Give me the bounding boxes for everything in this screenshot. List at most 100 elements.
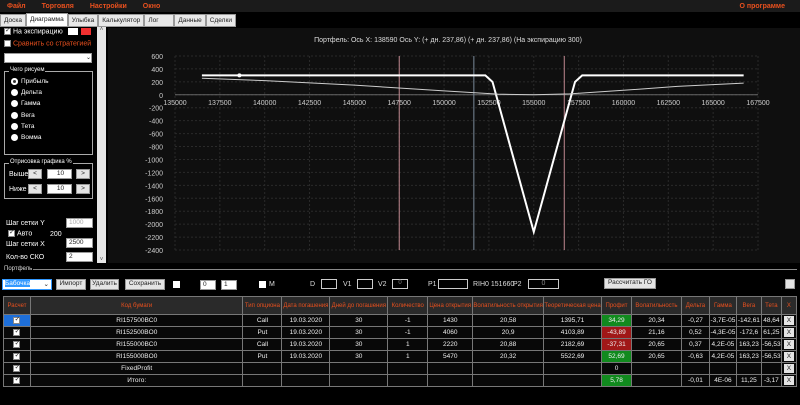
column-header[interactable]: Профит bbox=[601, 296, 632, 315]
remove-row-button[interactable]: X bbox=[780, 362, 798, 375]
remove-row-button[interactable]: X bbox=[780, 338, 798, 351]
calc-checkbox[interactable] bbox=[13, 375, 21, 384]
what-to-draw-group: Чего рисуем Прибыль Дельта Гамма Вега Те… bbox=[4, 67, 93, 155]
menu-window[interactable]: Окно bbox=[143, 3, 160, 10]
column-header[interactable]: Волатильность bbox=[631, 296, 682, 315]
spin-input-1[interactable]: 0 bbox=[200, 280, 216, 290]
tab-smile[interactable]: Улыбка bbox=[67, 14, 99, 27]
y-tick-label: -1000 bbox=[145, 157, 163, 164]
auto-option[interactable]: Авто bbox=[8, 228, 32, 237]
below-decrease-button[interactable]: < bbox=[28, 184, 42, 194]
column-header[interactable]: Гамма bbox=[708, 296, 737, 315]
sko-input[interactable]: 2 bbox=[66, 252, 93, 262]
menu-about[interactable]: О программе bbox=[739, 3, 785, 10]
remove-row-button[interactable]: X bbox=[780, 374, 798, 387]
column-header[interactable]: X bbox=[780, 296, 798, 315]
column-header[interactable]: Вега bbox=[735, 296, 762, 315]
below-increase-button[interactable]: > bbox=[76, 184, 90, 194]
column-header[interactable]: Дата погашения bbox=[281, 296, 331, 315]
payoff-chart: Портфель: Ось X: 138590 Ось Y: (+ дн. 23… bbox=[108, 28, 800, 263]
calc-checkbox-cell[interactable] bbox=[3, 338, 31, 351]
strategy-select[interactable]: Бабочка ⌄ bbox=[2, 279, 52, 290]
calc-checkbox[interactable] bbox=[13, 315, 21, 324]
table-row[interactable]: RI152500BO0Put19.03.202030-1406020,94103… bbox=[3, 326, 798, 339]
calc-checkbox-cell[interactable] bbox=[3, 350, 31, 363]
remove-row-button[interactable]: X bbox=[780, 326, 798, 339]
remove-row-button[interactable]: X bbox=[780, 350, 798, 363]
calculate-go-button[interactable]: Рассчитать ГО bbox=[604, 278, 656, 289]
above-input[interactable]: 10 bbox=[47, 169, 72, 179]
below-input[interactable]: 10 bbox=[47, 184, 72, 194]
table-row[interactable]: Итого: 5,78 -0,014E-0611,25-3,17X bbox=[3, 374, 798, 387]
m-checkbox[interactable] bbox=[259, 281, 266, 288]
column-header[interactable]: Дельта bbox=[680, 296, 710, 315]
p2-input[interactable]: 0 bbox=[528, 279, 559, 289]
table-row[interactable]: RI155000BC0Call19.03.2020301222020,88218… bbox=[3, 338, 798, 351]
menu-file[interactable]: Файл bbox=[7, 3, 26, 10]
v2-input[interactable]: 0 bbox=[392, 279, 408, 289]
menu-settings[interactable]: Настройки bbox=[90, 3, 127, 10]
compare-option[interactable]: Сравнить со стратегией bbox=[4, 40, 91, 47]
color-white-swatch[interactable] bbox=[68, 28, 78, 35]
table-row[interactable]: FixedProfit 0 X bbox=[3, 362, 798, 375]
auto-checkbox[interactable] bbox=[8, 228, 15, 237]
table-cell bbox=[387, 374, 429, 387]
d-input[interactable] bbox=[321, 279, 337, 289]
tab-log[interactable]: Лог bbox=[144, 14, 175, 27]
menu-trade[interactable]: Торговля bbox=[42, 3, 74, 10]
extra-button[interactable] bbox=[785, 279, 795, 289]
radio-gamma[interactable]: Гамма bbox=[11, 100, 92, 108]
column-header[interactable]: Тета bbox=[760, 296, 782, 315]
color-red-swatch[interactable] bbox=[81, 28, 91, 35]
table-cell: 5,78 bbox=[601, 374, 632, 387]
y-tick-label: -2400 bbox=[145, 248, 163, 255]
calc-checkbox-cell[interactable] bbox=[3, 326, 31, 339]
tab-calculator[interactable]: Калькулятор bbox=[98, 14, 145, 27]
tab-diagram[interactable]: Диаграмма bbox=[25, 13, 68, 27]
column-header[interactable]: Код бумаги bbox=[29, 296, 244, 315]
calc-checkbox[interactable] bbox=[13, 351, 21, 360]
column-header[interactable]: Тип опциона bbox=[242, 296, 283, 315]
radio-delta[interactable]: Дельта bbox=[11, 89, 92, 96]
save-button[interactable]: Сохранить bbox=[125, 279, 165, 290]
calc-checkbox-cell[interactable] bbox=[3, 362, 31, 375]
compare-checkbox[interactable] bbox=[4, 40, 11, 47]
tab-deals[interactable]: Сделки bbox=[205, 14, 236, 27]
radio-profit[interactable]: Прибыль bbox=[11, 78, 92, 85]
grid-y-input[interactable]: 1000 bbox=[66, 218, 93, 228]
radio-vega[interactable]: Вега bbox=[11, 111, 92, 119]
above-decrease-button[interactable]: < bbox=[28, 169, 42, 179]
table-cell: 30 bbox=[329, 338, 389, 351]
v1-input[interactable] bbox=[357, 279, 373, 289]
column-header[interactable]: Количество bbox=[387, 296, 429, 315]
table-row[interactable]: RI157500BC0Call19.03.202030-1143020,5813… bbox=[3, 314, 798, 327]
expiry-option[interactable]: На экспирацию bbox=[4, 26, 63, 36]
column-header[interactable]: Волатильность открытия bbox=[472, 296, 545, 315]
above-increase-button[interactable]: > bbox=[76, 169, 90, 179]
expiry-label: На экспирацию bbox=[12, 28, 63, 36]
column-header[interactable]: Дней до погашения bbox=[329, 296, 389, 315]
import-button[interactable]: Импорт bbox=[56, 279, 86, 290]
strategy-compare-select[interactable]: ⌄ bbox=[4, 53, 92, 63]
calc-checkbox-cell[interactable] bbox=[3, 374, 31, 387]
option-checkbox[interactable] bbox=[173, 281, 180, 288]
radio-theta[interactable]: Тета bbox=[11, 122, 92, 130]
column-header[interactable]: Цена открытия bbox=[427, 296, 474, 315]
column-header[interactable]: Теоретическая цена bbox=[543, 296, 603, 315]
expiry-checkbox[interactable] bbox=[4, 26, 11, 35]
delete-button[interactable]: Удалить bbox=[90, 279, 119, 290]
spin-input-2[interactable]: 1 bbox=[221, 280, 237, 290]
grid-x-input[interactable]: 2500 bbox=[66, 238, 93, 248]
tab-board[interactable]: Доска bbox=[0, 14, 26, 27]
table-row[interactable]: RI155000BO0Put19.03.2020301547020,325522… bbox=[3, 350, 798, 363]
left-panel-scrollbar[interactable]: ˄ ˅ bbox=[97, 27, 106, 263]
p1-input[interactable] bbox=[438, 279, 468, 289]
calc-checkbox[interactable] bbox=[13, 339, 21, 348]
radio-vomma[interactable]: Вомма bbox=[11, 134, 92, 141]
remove-row-button[interactable]: X bbox=[780, 314, 798, 327]
calc-checkbox-cell[interactable] bbox=[3, 314, 31, 327]
calc-checkbox[interactable] bbox=[13, 363, 21, 372]
column-header[interactable]: Расчет bbox=[3, 296, 31, 315]
tab-data[interactable]: Данные bbox=[174, 14, 206, 27]
calc-checkbox[interactable] bbox=[13, 327, 21, 336]
